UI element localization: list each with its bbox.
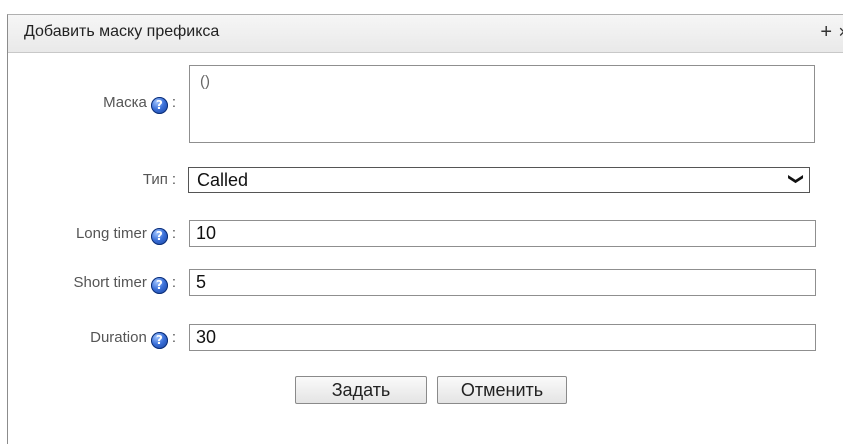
mask-textarea[interactable]: () [189, 65, 815, 143]
long-timer-label-row: Long timer?: [8, 225, 176, 245]
help-icon[interactable]: ? [150, 332, 168, 349]
add-prefix-mask-dialog: Добавить маску префикса + × Маска?: () Т… [7, 14, 843, 444]
submit-button[interactable]: Задать [295, 376, 427, 404]
colon: : [171, 274, 176, 291]
short-timer-label-row: Short timer?: [8, 274, 176, 294]
help-icon[interactable]: ? [150, 277, 168, 294]
colon: : [171, 225, 176, 242]
duration-input[interactable]: 30 [189, 324, 816, 351]
short-timer-input[interactable]: 5 [189, 269, 816, 296]
long-timer-input[interactable]: 10 [189, 220, 816, 247]
dialog-title: Добавить маску префикса [24, 23, 220, 40]
duration-label-row: Duration?: [8, 329, 176, 349]
type-select[interactable]: Called ❮ [188, 167, 810, 193]
close-icon[interactable]: × [838, 21, 843, 43]
help-icon[interactable]: ? [150, 97, 168, 114]
duration-label: Duration [90, 329, 147, 346]
chevron-down-icon: ❮ [786, 172, 804, 186]
dialog-titlebar[interactable]: Добавить маску префикса + × [8, 15, 843, 53]
cancel-button[interactable]: Отменить [437, 376, 567, 404]
colon: : [171, 171, 176, 188]
mask-label: Маска [103, 94, 147, 111]
type-selected-value: Called [197, 170, 249, 190]
colon: : [171, 94, 176, 111]
help-icon[interactable]: ? [150, 228, 168, 245]
type-label-row: Тип: [8, 171, 176, 188]
plus-icon[interactable]: + [820, 21, 832, 43]
short-timer-label: Short timer [73, 274, 147, 291]
colon: : [171, 329, 176, 346]
type-label: Тип [142, 171, 168, 188]
mask-label-row: Маска?: [8, 94, 176, 114]
long-timer-label: Long timer [75, 225, 147, 242]
